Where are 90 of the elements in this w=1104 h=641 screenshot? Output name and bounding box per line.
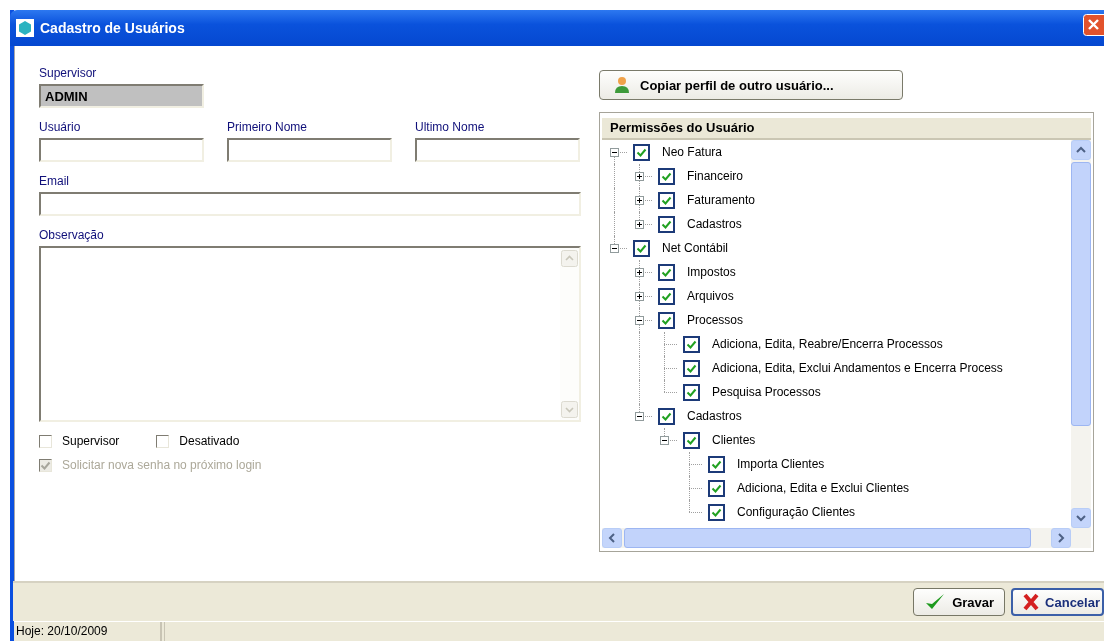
checkmark-icon <box>661 290 672 302</box>
scroll-right-icon[interactable] <box>1057 533 1065 543</box>
scroll-up-icon[interactable] <box>1076 146 1086 154</box>
expander[interactable] <box>660 436 669 445</box>
copy-profile-button[interactable]: Copiar perfil de outro usuário... <box>599 70 903 100</box>
field-label: Primeiro Nome <box>227 120 307 134</box>
checkbox[interactable] <box>658 263 675 281</box>
email-field[interactable] <box>39 192 581 216</box>
person-icon <box>614 76 630 94</box>
field-label: Email <box>39 174 69 188</box>
checkbox[interactable] <box>156 434 170 448</box>
checkbox[interactable] <box>39 434 52 448</box>
panel-header: Permissões do Usuário <box>602 118 1091 140</box>
tree-item-label[interactable]: Faturamento <box>687 193 756 207</box>
expander[interactable] <box>635 292 644 301</box>
checkbox[interactable] <box>658 167 675 185</box>
tree-item-label[interactable]: Cadastros <box>687 217 742 231</box>
checkmark-icon <box>661 266 672 278</box>
field-label: Observação <box>39 228 104 242</box>
app-icon <box>16 19 34 37</box>
checkmark-icon <box>686 386 697 398</box>
close-icon[interactable] <box>1083 14 1104 36</box>
checkmark-icon <box>661 314 672 326</box>
tree-item-label[interactable]: Impostos <box>687 265 736 279</box>
tree-item-label[interactable]: Neo Fatura <box>662 145 723 159</box>
expander[interactable] <box>635 220 644 229</box>
tree-item-label[interactable]: Importa Clientes <box>737 457 825 471</box>
checkbox-label[interactable]: Desativado <box>179 434 240 448</box>
field-label: Usuário <box>39 120 81 134</box>
checkbox[interactable] <box>633 143 650 161</box>
scroll-down-icon[interactable] <box>1076 514 1086 522</box>
horizontal-scrollbar[interactable] <box>602 528 1091 548</box>
supervisor-field: ADMIN <box>39 84 204 108</box>
cancel-button[interactable]: Cancelar <box>1011 588 1104 616</box>
checkmark-icon <box>661 410 672 422</box>
checkbox[interactable] <box>683 359 700 377</box>
tree-item-label[interactable]: Configuração Clientes <box>737 505 856 519</box>
tree-item-label[interactable]: Adiciona, Edita, Reabre/Encerra Processos <box>712 337 943 351</box>
checkbox[interactable] <box>708 455 725 473</box>
tree-item-label[interactable]: Cadastros <box>687 409 742 423</box>
checkmark-icon <box>636 146 647 158</box>
expander[interactable] <box>635 412 644 421</box>
expander[interactable] <box>635 172 644 181</box>
expander[interactable] <box>635 316 644 325</box>
checkbox[interactable] <box>658 287 675 305</box>
tree-item-label[interactable]: Arquivos <box>687 289 734 303</box>
checkmark-icon <box>661 218 672 230</box>
expander[interactable] <box>610 244 619 253</box>
observation-field[interactable] <box>39 246 581 422</box>
checkbox[interactable] <box>633 239 650 257</box>
save-button[interactable]: Gravar <box>913 588 1006 616</box>
tree-item-label[interactable]: Financeiro <box>687 169 744 183</box>
checkbox[interactable] <box>658 311 675 329</box>
window-title: Cadastro de Usuários <box>40 20 186 36</box>
checkmark-icon <box>686 434 697 446</box>
checkmark-icon <box>661 194 672 206</box>
checkbox[interactable] <box>683 335 700 353</box>
close-icon <box>1023 593 1040 611</box>
checkbox[interactable] <box>658 407 675 425</box>
expander[interactable] <box>635 196 644 205</box>
expander[interactable] <box>610 148 619 157</box>
checkmark-icon <box>711 458 722 470</box>
input-field[interactable] <box>227 138 392 162</box>
checkmark-icon <box>686 362 697 374</box>
tree-item-label[interactable]: Adiciona, Edita, Exclui Andamentos e Encerra Process <box>712 361 1003 375</box>
scroll-left-icon[interactable] <box>608 533 616 543</box>
tree-item-label[interactable]: Adiciona, Edita e Exclui Clientes <box>737 481 910 495</box>
field-label: Supervisor <box>39 66 97 80</box>
checkbox[interactable] <box>708 503 725 521</box>
tree-item-label[interactable]: Clientes <box>712 433 756 447</box>
expander[interactable] <box>635 268 644 277</box>
checkmark-icon <box>636 242 647 254</box>
input-field[interactable] <box>415 138 580 162</box>
checkbox[interactable] <box>708 479 725 497</box>
checkmark-icon <box>661 170 672 182</box>
checkbox[interactable] <box>683 431 700 449</box>
checkbox[interactable] <box>658 191 675 209</box>
field-label: Ultimo Nome <box>415 120 485 134</box>
checkmark-icon <box>711 506 722 518</box>
checkbox[interactable] <box>683 383 700 401</box>
vertical-scrollbar[interactable] <box>1071 140 1091 528</box>
checkmark-icon <box>686 338 697 350</box>
checkbox-label[interactable]: Supervisor <box>62 434 120 448</box>
tree-item-label[interactable]: Net Contábil <box>662 241 729 255</box>
tree-item-label[interactable]: Processos <box>687 313 744 327</box>
tree-item-label[interactable]: Pesquisa Processos <box>712 385 821 399</box>
checkmark-icon <box>711 482 722 494</box>
input-field[interactable] <box>39 138 204 162</box>
status-text: Hoje: 20/10/2009 <box>14 622 162 641</box>
checkbox[interactable] <box>658 215 675 233</box>
